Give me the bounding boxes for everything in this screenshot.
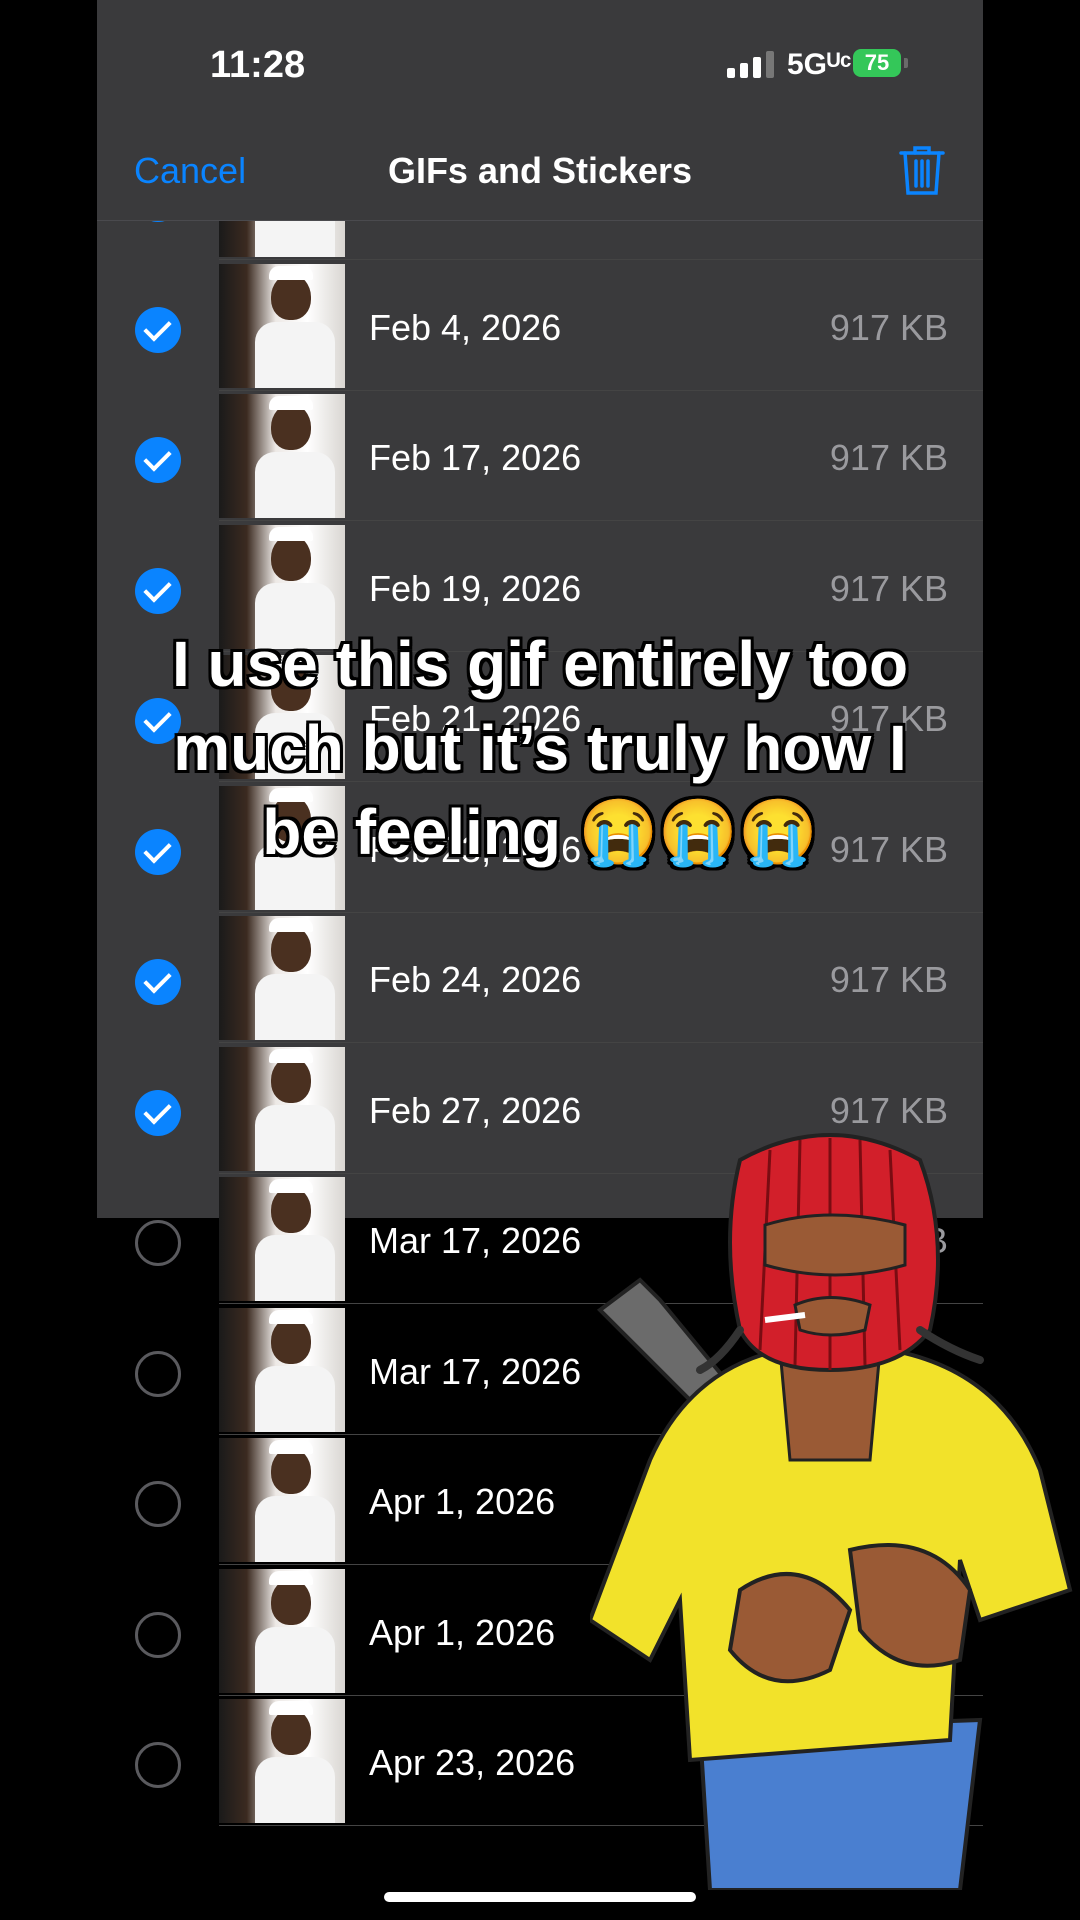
caption-line: I use this gif entirely too <box>171 628 909 700</box>
list-item[interactable]: Feb 17, 2026 917 KB <box>97 391 983 521</box>
empty-circle-icon[interactable] <box>135 1611 181 1658</box>
page-title: GIFs and Stickers <box>387 150 693 191</box>
network-type: 5Gᵁᶜ <box>787 48 852 81</box>
item-size: 917 KB <box>829 1089 948 1131</box>
item-date: Mar 17, 2026 <box>369 1220 582 1261</box>
masked-character-sticker <box>590 1133 1073 1890</box>
cellular-signal-icon <box>727 50 774 78</box>
list-item[interactable]: Feb 24, 2026 917 KB <box>97 913 983 1043</box>
item-date: Feb 27, 2026 <box>369 1089 582 1131</box>
battery-cap <box>904 58 908 68</box>
navigation-bar: Cancel GIFs and Stickers <box>97 130 983 221</box>
caption-line: be feeling 😭😭😭 <box>262 796 818 868</box>
item-date: Apr 1, 2026 <box>369 1481 556 1522</box>
gif-thumbnail <box>219 263 345 388</box>
battery-level: 75 <box>864 50 890 75</box>
checkmark-circle-icon[interactable] <box>135 959 181 1005</box>
trash-icon[interactable] <box>897 142 947 198</box>
caption-line: much but it’s truly how I <box>173 712 907 784</box>
item-date: Apr 23, 2026 <box>369 1742 576 1783</box>
item-date: Feb 24, 2026 <box>369 959 582 1000</box>
gif-thumbnail <box>219 1307 345 1432</box>
checkmark-circle-icon[interactable] <box>135 567 181 614</box>
item-size: 917 KB <box>829 306 948 348</box>
list-item[interactable]: Feb 4, 2026 917 KB <box>97 261 983 391</box>
gif-thumbnail <box>219 916 345 1040</box>
empty-circle-icon[interactable] <box>135 1481 181 1527</box>
item-size: 917 KB <box>829 959 948 1000</box>
empty-circle-icon[interactable] <box>135 1742 181 1788</box>
status-bar: 11:28 5Gᵁᶜ 75 <box>97 0 983 130</box>
gif-thumbnail <box>219 1699 345 1823</box>
item-size: 917 KB <box>829 437 948 478</box>
gif-thumbnail <box>219 1177 345 1301</box>
empty-circle-icon[interactable] <box>135 1220 181 1266</box>
status-time: 11:28 <box>210 44 306 86</box>
checkmark-circle-icon[interactable] <box>135 306 181 353</box>
gif-thumbnail <box>219 1046 345 1171</box>
checkmark-circle-icon[interactable] <box>135 437 181 483</box>
gif-thumbnail <box>219 394 345 518</box>
item-date: Feb 19, 2026 <box>369 567 582 609</box>
item-size: 917 KB <box>829 567 948 609</box>
item-date: Apr 1, 2026 <box>369 1611 556 1653</box>
home-indicator[interactable] <box>384 1892 696 1902</box>
gif-thumbnail <box>219 1438 345 1562</box>
item-date: Feb 17, 2026 <box>369 437 582 478</box>
item-date: Mar 17, 2026 <box>369 1350 582 1392</box>
empty-circle-icon[interactable] <box>135 1350 181 1397</box>
gif-thumbnail <box>219 1568 345 1693</box>
battery-icon: 75 <box>853 49 901 77</box>
video-caption: I use this gif entirely too much but it’… <box>0 622 1080 874</box>
item-date: Feb 4, 2026 <box>369 306 562 348</box>
checkmark-circle-icon[interactable] <box>135 1089 181 1136</box>
